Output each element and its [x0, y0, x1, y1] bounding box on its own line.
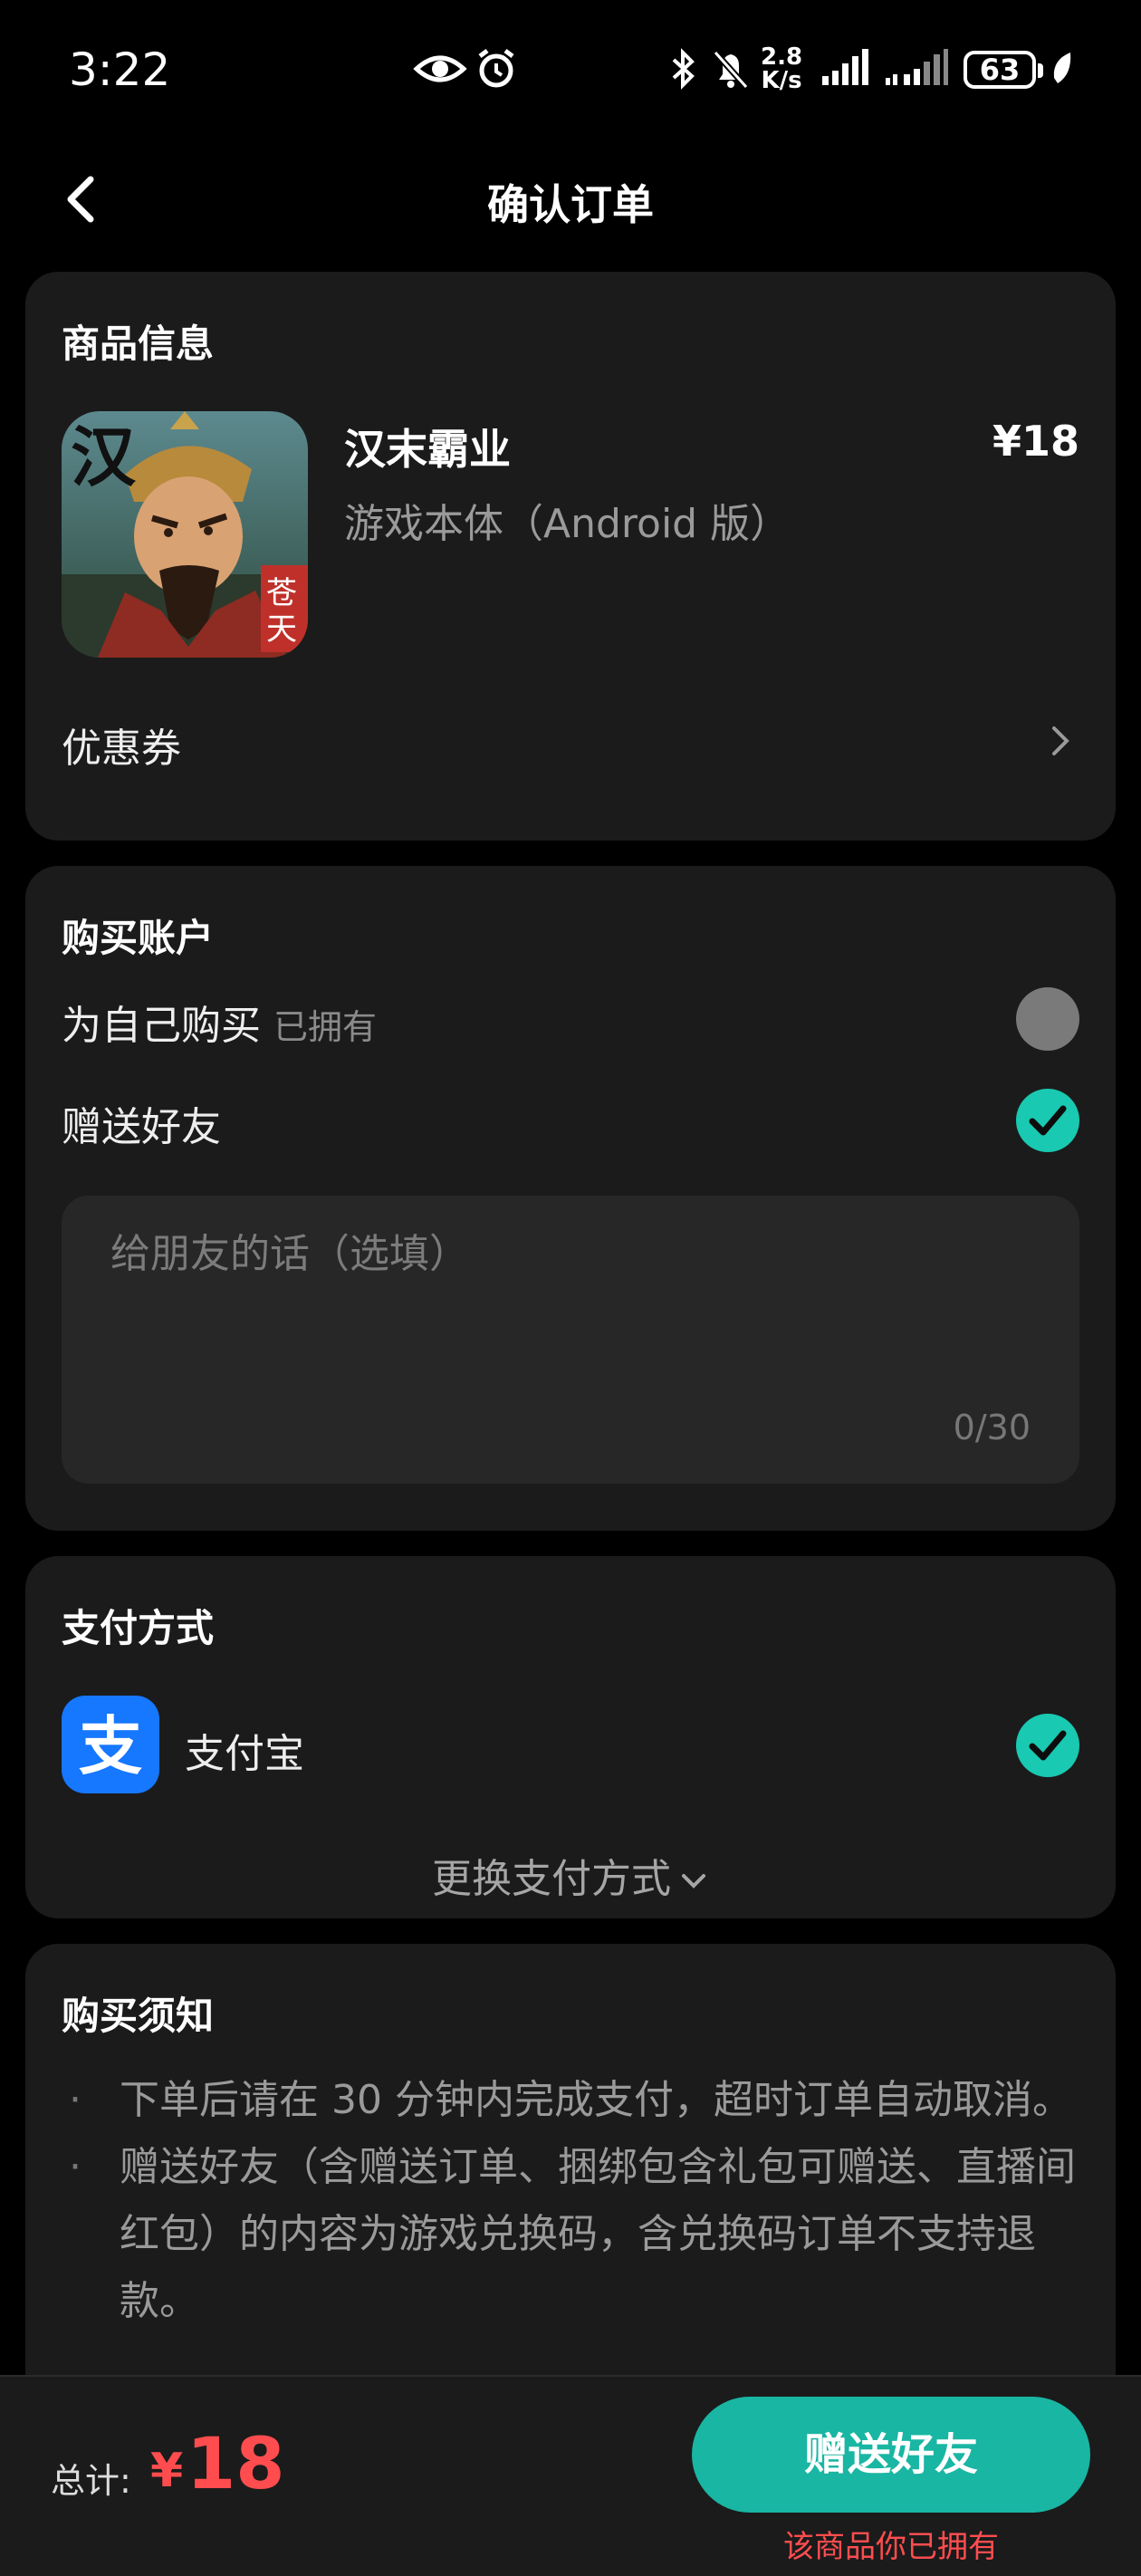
owned-note: 该商品你已拥有	[783, 2529, 999, 2565]
game-price: ¥18	[992, 417, 1079, 466]
friend-message-box[interactable]: 0/30	[62, 1196, 1079, 1484]
payment-method-card: 支付方式 支 支付宝 更换支付方式	[25, 1556, 1116, 1918]
check-icon	[1029, 1730, 1067, 1761]
chevron-right-icon	[1052, 726, 1069, 755]
total-label: 总计:	[51, 2461, 131, 2501]
mute-bell-icon	[713, 50, 749, 90]
signal-2-icon	[886, 49, 948, 85]
change-payment-button[interactable]: 更换支付方式	[25, 1846, 1116, 1904]
battery-indicator: 63	[964, 51, 1043, 89]
status-time: 3:22	[69, 43, 171, 96]
game-variant: 游戏本体（Android 版）	[344, 501, 791, 547]
bluetooth-icon	[672, 48, 695, 90]
alipay-icon: 支	[62, 1696, 159, 1793]
purchase-account-card: 购买账户 为自己购买已拥有 赠送好友 0/30	[25, 866, 1116, 1531]
buy-for-self-radio[interactable]	[1016, 987, 1079, 1051]
total-price: 18	[187, 2424, 285, 2505]
game-cover-image: 汉 苍 天	[62, 411, 308, 658]
gift-friend-button[interactable]: 赠送好友	[692, 2397, 1090, 2513]
gift-friend-label: 赠送好友	[62, 1104, 221, 1150]
alipay-label: 支付宝	[185, 1731, 304, 1777]
bullet-dot: ·	[69, 2077, 82, 2123]
product-info-card: 商品信息 汉 苍 天 汉末霸业 ¥18 游戏本体（Android 版） 优惠券	[25, 272, 1116, 841]
svg-text:苍: 苍	[266, 575, 297, 611]
leaf-icon	[1053, 53, 1071, 83]
page-title: 确认订单	[487, 180, 654, 229]
notice-item: · 下单后请在 30 分钟内完成支付，超时订单自动取消。	[62, 2067, 1079, 2134]
coupon-row[interactable]: 优惠券	[62, 712, 1079, 775]
checkout-bar: 总计: ¥ 18 赠送好友 该商品你已拥有	[0, 2375, 1141, 2576]
gift-friend-radio[interactable]	[1016, 1089, 1079, 1152]
alipay-option[interactable]: 支 支付宝	[62, 1696, 1079, 1795]
alarm-icon	[478, 49, 514, 88]
bullet-dot: ·	[69, 2144, 82, 2190]
change-payment-label: 更换支付方式	[432, 1856, 671, 1902]
game-name: 汉末霸业	[344, 425, 511, 474]
alipay-radio[interactable]	[1016, 1714, 1079, 1777]
svg-text:汉: 汉	[71, 418, 137, 495]
buy-for-self-label: 为自己购买	[62, 1003, 261, 1049]
eye-icon	[413, 55, 467, 82]
notice-section-title: 购买须知	[62, 1994, 215, 2038]
payment-section-title: 支付方式	[62, 1606, 215, 1650]
notice-list: · 下单后请在 30 分钟内完成支付，超时订单自动取消。 · 赠送好友（含赠送订…	[62, 2067, 1079, 2335]
signal-icon	[822, 49, 868, 85]
product-section-title: 商品信息	[62, 322, 215, 366]
header: 确认订单	[0, 145, 1141, 254]
gift-friend-option[interactable]: 赠送好友	[62, 1083, 1079, 1156]
chevron-down-icon	[682, 1874, 705, 1889]
buy-for-self-option[interactable]: 为自己购买 已拥有	[62, 982, 1079, 1054]
account-section-title: 购买账户	[62, 916, 215, 960]
friend-message-input[interactable]	[110, 1226, 1016, 1281]
total-currency: ¥	[150, 2444, 184, 2498]
notice-item: · 赠送好友（含赠送订单、捆绑包含礼包可赠送、直播间红包）的内容为游戏兑换码，含…	[62, 2134, 1079, 2335]
svg-text:天: 天	[266, 611, 297, 648]
svg-text:支: 支	[79, 1709, 142, 1783]
check-icon	[1029, 1105, 1067, 1136]
owned-tag: 已拥有	[273, 1007, 378, 1047]
coupon-label: 优惠券	[62, 726, 181, 772]
net-speed: 2.8 K/s	[761, 43, 803, 94]
char-count: 0/30	[953, 1408, 1031, 1447]
status-bar: 3:22 2.8 K/s 63	[0, 0, 1141, 136]
